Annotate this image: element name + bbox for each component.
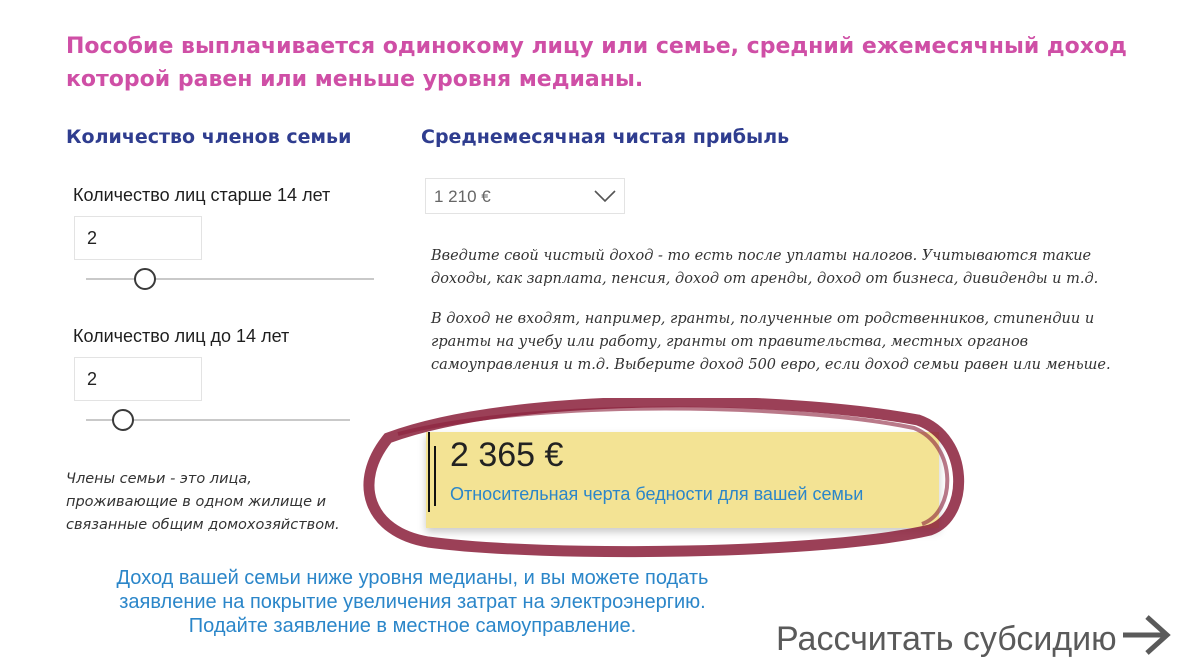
adults-slider-track[interactable] [86, 278, 374, 280]
children-count-label: Количество лиц до 14 лет [73, 326, 290, 346]
income-help-text: Введите свой чистый доход - то есть посл… [431, 248, 1099, 287]
children-slider-thumb[interactable] [112, 409, 134, 431]
headline: Пособие выплачивается одинокому лицу или… [66, 34, 1127, 92]
adults-slider-thumb[interactable] [134, 268, 156, 290]
income-exclusions-text: В доход не входят, например, гранты, пол… [431, 311, 1111, 373]
hand-drawn-highlight-circle [363, 398, 964, 558]
income-dropdown[interactable]: 1 210 € [425, 178, 625, 214]
children-count-input[interactable] [74, 357, 202, 401]
eligibility-message: Доход вашей семьи ниже уровня медианы, и… [116, 567, 709, 637]
net-income-title: Среднемесячная чистая прибыль [421, 126, 790, 148]
arrow-right-icon [1121, 613, 1173, 666]
calculate-subsidy-button[interactable]: Рассчитать субсидию [776, 614, 1173, 662]
chevron-down-icon [592, 188, 618, 208]
adults-count-label: Количество лиц старше 14 лет [73, 185, 331, 205]
income-selected-value: 1 210 € [434, 187, 491, 206]
adults-count-input[interactable] [74, 216, 202, 260]
family-members-note: Члены семьи - это лица, проживающие в од… [66, 471, 340, 533]
calculate-subsidy-label: Рассчитать субсидию [776, 619, 1117, 658]
family-members-title: Количество членов семьи [66, 126, 352, 148]
